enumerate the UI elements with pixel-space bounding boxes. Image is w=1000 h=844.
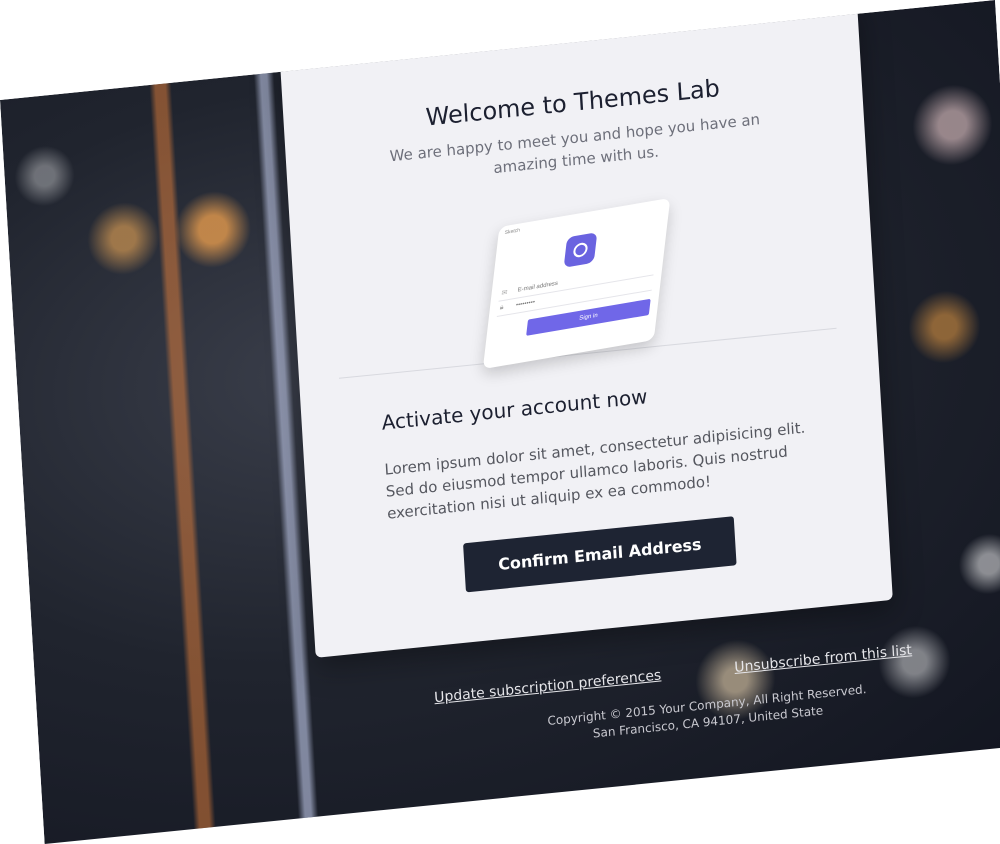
phone-mockup: Sketch ✉ E-mail address 🔒︎ ••••••••• Sig…	[482, 197, 671, 370]
clock-icon	[563, 232, 598, 268]
phone-illustration: Sketch ✉ E-mail address 🔒︎ ••••••••• Sig…	[290, 164, 876, 372]
brand-logo[interactable]: make	[494, 0, 616, 33]
section-body: Lorem ipsum dolor sit amet, consectetur …	[384, 418, 806, 523]
lock-icon: 🔒︎	[499, 303, 504, 312]
confirm-email-button[interactable]: Confirm Email Address	[462, 516, 737, 593]
mail-icon: ✉	[501, 289, 508, 298]
email-card: Welcome to Themes Lab We are happy to me…	[279, 0, 893, 658]
email-preview: make Welcome to Themes Lab We are happy …	[0, 0, 1000, 844]
phone-password-value: •••••••••	[515, 299, 536, 309]
